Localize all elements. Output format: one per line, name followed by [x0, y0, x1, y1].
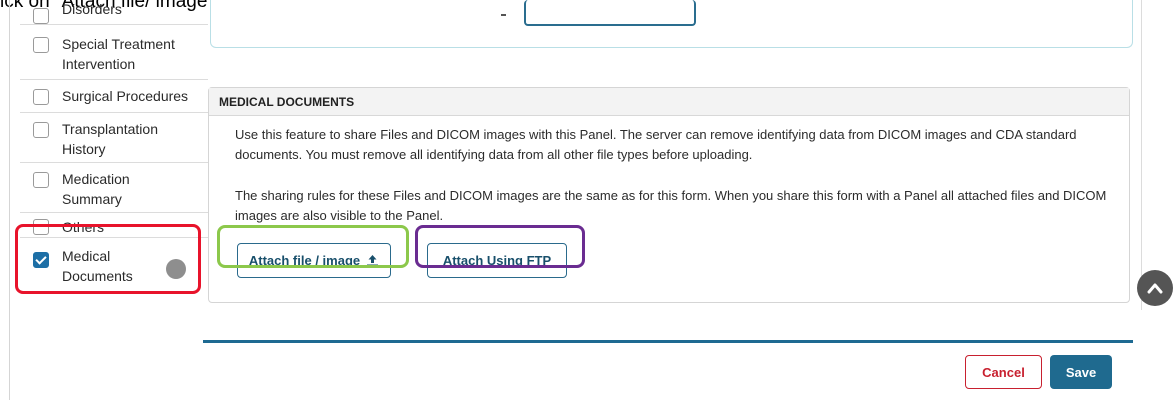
checkbox[interactable] [33, 37, 49, 53]
panel-description: Use this feature to share Files and DICO… [235, 127, 1077, 162]
checkbox[interactable] [33, 8, 49, 24]
sidebar-item-label: Medication Summary [62, 171, 130, 207]
save-button[interactable]: Save [1050, 355, 1112, 389]
sidebar-item-label: Special Treatment Intervention [62, 36, 175, 72]
sidebar-item-medication-summary[interactable]: Medication Summary [20, 163, 208, 213]
panel-title: MEDICAL DOCUMENTS [209, 88, 1129, 116]
partial-text [501, 14, 506, 16]
red-highlight-box [15, 224, 201, 294]
sidebar-item-label: Disorders [62, 1, 122, 17]
green-highlight-box [217, 225, 409, 268]
panel-sharing-rules: The sharing rules for these Files and DI… [235, 188, 1107, 223]
checkbox[interactable] [33, 172, 49, 188]
sidebar-checklist: Disorders Special Treatment Intervention… [10, 0, 208, 400]
sidebar-item-disorders[interactable]: Disorders [20, 0, 208, 25]
sidebar-item-label: Surgical Procedures [62, 88, 189, 104]
checkbox[interactable] [33, 89, 49, 105]
sidebar-item-label: Transplantation History [62, 121, 158, 157]
scroll-to-top-button[interactable] [1137, 270, 1173, 306]
content-right-border [1141, 0, 1142, 310]
form-footer: Cancel Save [203, 340, 1133, 400]
sidebar-item-surgical-procedures[interactable]: Surgical Procedures [20, 80, 208, 113]
chevron-up-icon [1147, 283, 1163, 294]
purple-highlight-box [415, 225, 585, 268]
checkbox[interactable] [33, 122, 49, 138]
medical-documents-panel: MEDICAL DOCUMENTS Use this feature to sh… [208, 87, 1130, 303]
cancel-button[interactable]: Cancel [965, 355, 1042, 389]
sidebar-item-transplantation-history[interactable]: Transplantation History [20, 113, 208, 163]
sidebar-item-special-treatment[interactable]: Special Treatment Intervention [20, 25, 208, 80]
partial-button[interactable] [524, 0, 696, 26]
previous-section-card [210, 0, 1133, 48]
